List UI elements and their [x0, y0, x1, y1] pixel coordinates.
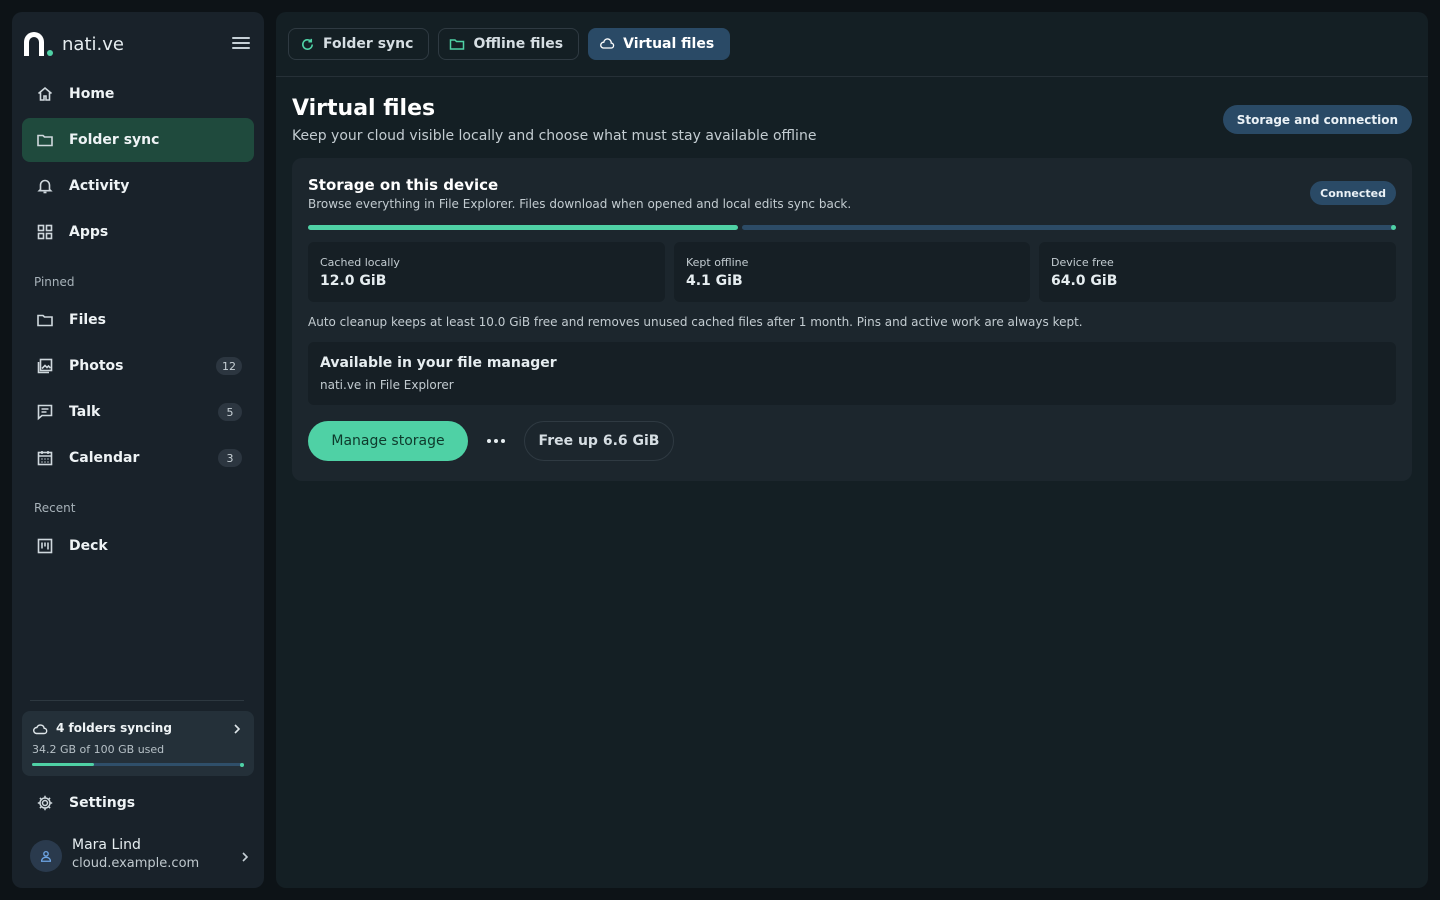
- image-icon: [36, 357, 54, 375]
- storage-usage-remaining: [742, 225, 1396, 230]
- nav-item-label: Photos: [69, 358, 124, 374]
- manage-storage-button[interactable]: Manage storage: [308, 421, 468, 461]
- nav-item-label: Apps: [69, 224, 109, 240]
- nav-item-files[interactable]: Files: [22, 298, 254, 342]
- section-label-recent: Recent: [34, 501, 76, 515]
- folder-icon: [36, 131, 54, 149]
- app-logo[interactable]: [24, 30, 54, 58]
- chevron-right-icon: [232, 721, 242, 735]
- nav-item-settings[interactable]: Settings: [22, 781, 254, 825]
- user-host: cloud.example.com: [72, 856, 200, 871]
- page-title: Virtual files: [292, 96, 436, 121]
- tab-label: Offline files: [473, 36, 564, 52]
- cloud-icon: [32, 721, 48, 737]
- sync-usage-bar: [32, 762, 244, 767]
- stat-value: 4.1 GiB: [686, 273, 743, 289]
- nav-item-label: Files: [69, 312, 106, 328]
- sync-usage-fill: [32, 763, 94, 766]
- nav-item-label: Folder sync: [69, 132, 160, 148]
- brand-name: nati.ve: [62, 33, 124, 55]
- nav-item-label: Settings: [69, 795, 136, 811]
- stat-value: 12.0 GiB: [320, 273, 387, 289]
- menu-icon[interactable]: [232, 34, 250, 54]
- sidebar: nati.ve Home Folder sync Activity Apps P…: [12, 12, 264, 888]
- storage-card-title: Storage on this device: [308, 176, 499, 194]
- sidebar-divider: [30, 700, 244, 701]
- stat-kept-offline: Kept offline 4.1 GiB: [674, 242, 1030, 302]
- nav-item-folder-sync[interactable]: Folder sync: [22, 118, 254, 162]
- storage-card: Storage on this device Browse everything…: [292, 158, 1412, 481]
- nav-item-calendar[interactable]: Calendar 3: [22, 436, 254, 480]
- count-badge: 12: [216, 357, 242, 375]
- folder-icon: [36, 311, 54, 329]
- nav-item-label: Calendar: [69, 450, 140, 466]
- nav-item-talk[interactable]: Talk 5: [22, 390, 254, 434]
- tab-virtual-files[interactable]: Virtual files: [588, 28, 731, 60]
- nav-item-label: Activity: [69, 178, 130, 194]
- avatar: [30, 840, 62, 872]
- stat-device-free: Device free 64.0 GiB: [1039, 242, 1396, 302]
- brand: nati.ve: [24, 30, 252, 58]
- storage-usage-end-dot: [1391, 225, 1396, 230]
- stat-label: Kept offline: [686, 256, 749, 269]
- storage-usage-bar: [308, 225, 1396, 230]
- cleanup-note: Auto cleanup keeps at least 10.0 GiB fre…: [308, 315, 1083, 329]
- storage-card-subtitle: Browse everything in File Explorer. File…: [308, 197, 852, 211]
- sync-card-usage: 34.2 GB of 100 GB used: [32, 743, 165, 756]
- nav-item-deck[interactable]: Deck: [22, 524, 254, 568]
- sync-usage-end-dot: [240, 762, 244, 767]
- count-badge: 5: [218, 403, 242, 421]
- more-options-icon[interactable]: [482, 431, 510, 451]
- tab-label: Folder sync: [323, 36, 414, 52]
- free-up-button[interactable]: Free up 6.6 GiB: [524, 421, 674, 461]
- tab-folder-sync[interactable]: Folder sync: [288, 28, 430, 60]
- nav-item-photos[interactable]: Photos 12: [22, 344, 254, 388]
- storage-and-connection-button[interactable]: Storage and connection: [1222, 105, 1412, 134]
- stat-label: Cached locally: [320, 256, 400, 269]
- cloud-icon: [599, 36, 615, 52]
- calendar-icon: [36, 449, 54, 467]
- file-manager-title: Available in your file manager: [320, 355, 557, 371]
- file-manager-subtitle: nati.ve in File Explorer: [320, 378, 454, 392]
- stat-label: Device free: [1051, 256, 1114, 269]
- deck-icon: [36, 537, 54, 555]
- nav-item-home[interactable]: Home: [22, 72, 254, 116]
- main-panel: Folder sync Offline files Virtual files …: [276, 12, 1428, 888]
- chat-icon: [36, 403, 54, 421]
- storage-usage-fill: [308, 225, 738, 230]
- tab-offline-files[interactable]: Offline files: [438, 28, 580, 60]
- tab-bar: Folder sync Offline files Virtual files: [288, 28, 731, 60]
- user-account[interactable]: Mara Lind cloud.example.com: [30, 834, 250, 878]
- grid-icon: [36, 223, 54, 241]
- user-name: Mara Lind: [72, 837, 141, 853]
- file-manager-box: Available in your file manager nati.ve i…: [308, 342, 1396, 405]
- section-label-pinned: Pinned: [34, 275, 75, 289]
- page-subtitle: Keep your cloud visible locally and choo…: [292, 128, 817, 144]
- chevron-right-icon: [240, 849, 250, 863]
- nav-item-label: Deck: [69, 538, 108, 554]
- count-badge: 3: [218, 449, 242, 467]
- nav-item-apps[interactable]: Apps: [22, 210, 254, 254]
- gear-icon: [36, 794, 54, 812]
- refresh-icon: [299, 36, 315, 52]
- tab-label: Virtual files: [623, 36, 715, 52]
- nav-item-activity[interactable]: Activity: [22, 164, 254, 208]
- folder-icon: [449, 36, 465, 52]
- sync-card-title: 4 folders syncing: [56, 721, 172, 735]
- tabs-divider: [276, 76, 1428, 77]
- status-badge: Connected: [1310, 181, 1396, 205]
- nav-item-label: Talk: [69, 404, 101, 420]
- stat-value: 64.0 GiB: [1051, 273, 1118, 289]
- sync-status-card[interactable]: 4 folders syncing 34.2 GB of 100 GB used: [22, 711, 254, 776]
- nav-item-label: Home: [69, 86, 115, 102]
- home-icon: [36, 85, 54, 103]
- stat-cached-locally: Cached locally 12.0 GiB: [308, 242, 665, 302]
- bell-icon: [36, 177, 54, 195]
